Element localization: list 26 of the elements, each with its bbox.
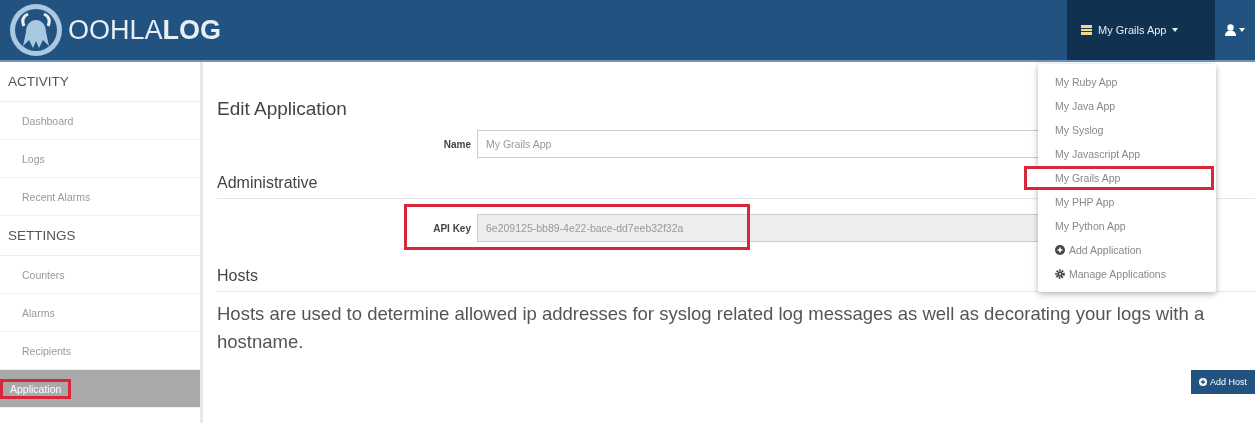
field-label: Name — [442, 138, 471, 150]
app-menu-button[interactable]: My Grails App — [1067, 0, 1215, 60]
user-icon — [1225, 24, 1236, 36]
menu-item[interactable]: My Ruby App — [1038, 70, 1216, 94]
plus-circle-icon — [1055, 245, 1065, 255]
menu-item[interactable]: My Java App — [1038, 94, 1216, 118]
menu-item[interactable]: Manage Applications — [1038, 262, 1216, 286]
caret-icon — [1172, 28, 1179, 32]
logo-text: OOHLALOG — [68, 14, 222, 46]
sidebar-item[interactable]: Dashboard — [0, 102, 200, 140]
description-text: Hosts are used to determine allowed ip addresses for syslog related log messages as well as decorating your logs with a hostname. — [217, 302, 1206, 354]
add-host-button[interactable]: Add Host — [1190, 370, 1255, 394]
sidebar-heading: SETTINGS — [0, 216, 200, 256]
sidebar-item[interactable]: Recent Alarms — [0, 178, 200, 216]
caret-icon — [1239, 28, 1245, 32]
gear-icon — [1055, 269, 1065, 279]
menu-item[interactable]: My Grails App — [1024, 166, 1214, 190]
sidebar-item[interactable]: Application — [0, 370, 200, 408]
field-label: API Key — [432, 222, 471, 234]
list-icon — [1081, 25, 1092, 35]
sidebar-item[interactable]: Logs — [0, 140, 200, 178]
sidebar-heading: ACTIVITY — [0, 62, 200, 102]
page-title: Edit Application — [217, 97, 347, 121]
plus-circle-icon — [1198, 378, 1207, 386]
sidebar-item[interactable]: Counters — [0, 256, 200, 294]
sidebar-item[interactable]: Alarms — [0, 294, 200, 332]
